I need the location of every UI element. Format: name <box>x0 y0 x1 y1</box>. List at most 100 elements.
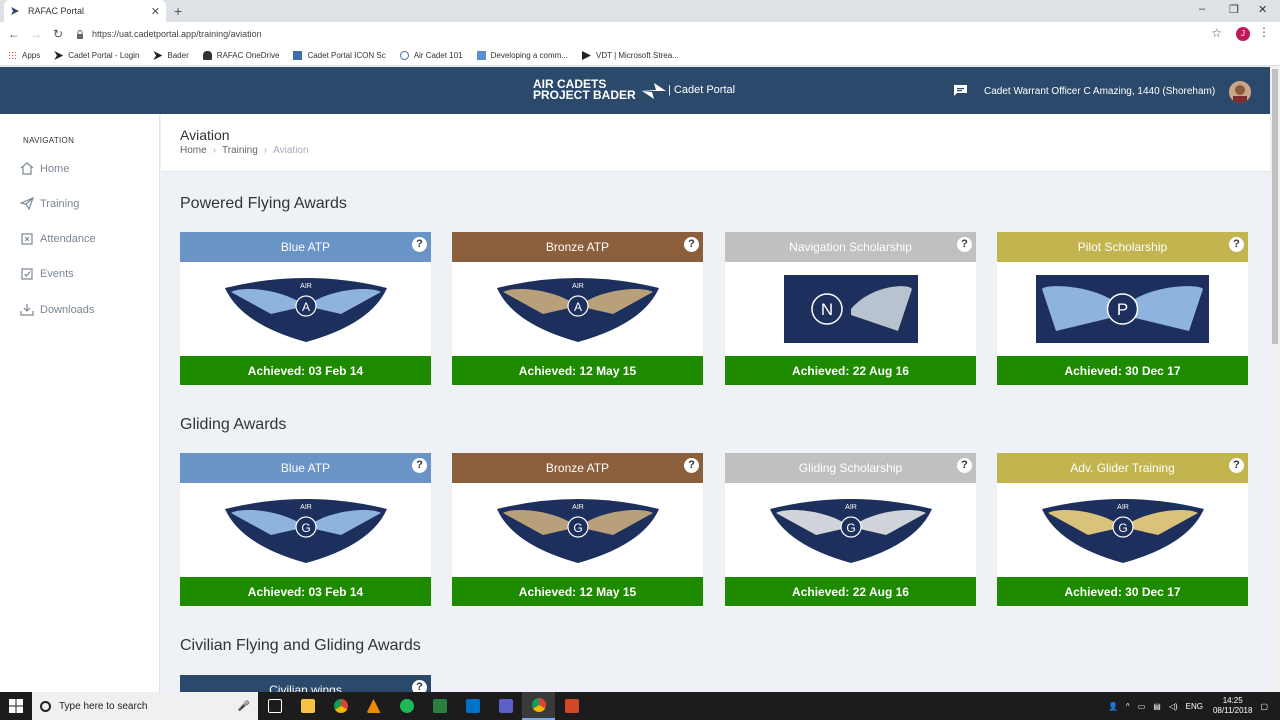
sidebar-item-training[interactable]: Training <box>20 197 79 210</box>
breadcrumb-home[interactable]: Home <box>180 145 207 156</box>
card-header: Navigation Scholarship? <box>725 232 976 262</box>
chrome-icon[interactable] <box>324 692 357 720</box>
card-header: Bronze ATP? <box>452 232 703 262</box>
browser-menu-icon[interactable]: ⋮ <box>1258 25 1270 39</box>
clock[interactable]: 14:25 08/11/2018 <box>1213 696 1252 716</box>
help-icon[interactable]: ? <box>1229 458 1244 473</box>
back-icon[interactable]: ← <box>3 27 25 41</box>
award-card[interactable]: Bronze ATP? G AIR Achieved: 12 May 15 <box>452 453 703 607</box>
bookmark-item[interactable]: Developing a comm... <box>476 51 568 60</box>
file-explorer-icon[interactable] <box>291 692 324 720</box>
people-icon[interactable]: 👤 <box>1108 702 1118 711</box>
breadcrumb: Home › Training › Aviation <box>180 145 309 156</box>
volume-icon[interactable]: ◁) <box>1169 702 1178 711</box>
language-indicator[interactable]: ENG <box>1186 702 1203 711</box>
chevron-up-icon[interactable]: ^ <box>1126 702 1130 711</box>
taskbar-search-field[interactable]: Type here to search 🎤 <box>32 692 258 720</box>
help-icon[interactable]: ? <box>412 458 427 473</box>
bookmark-star-icon[interactable]: ☆ <box>1211 26 1222 40</box>
task-view-icon[interactable] <box>258 692 291 720</box>
forward-icon[interactable]: → <box>25 27 47 41</box>
badge-image: G AIR <box>725 483 976 577</box>
vlc-icon[interactable] <box>357 692 390 720</box>
help-icon[interactable]: ? <box>684 458 699 473</box>
sidebar-item-label: Attendance <box>40 232 96 245</box>
award-card[interactable]: Bronze ATP? A AIR Achieved: 12 May 15 <box>452 232 703 386</box>
help-icon[interactable]: ? <box>412 237 427 252</box>
badge-image: G AIR <box>180 483 431 577</box>
award-card[interactable]: Blue ATP? G AIR Achieved: 03 Feb 14 <box>180 453 431 607</box>
chrome-active-icon[interactable] <box>522 692 555 720</box>
minimize-icon[interactable]: – <box>1199 3 1205 15</box>
award-card[interactable]: Civilian wings ? <box>180 675 431 692</box>
reload-icon[interactable]: ↻ <box>47 27 69 41</box>
bookmark-item[interactable]: Cadet Portal - Login <box>54 51 139 60</box>
restore-icon[interactable]: ❐ <box>1229 3 1239 16</box>
award-card[interactable]: Blue ATP? A AIR Achieved: 03 Feb 14 <box>180 232 431 386</box>
award-card[interactable]: Navigation Scholarship? N Achieved: 22 Aug… <box>725 232 976 386</box>
messages-icon[interactable] <box>953 84 968 97</box>
bookmark-apps[interactable]: Apps <box>8 51 40 60</box>
help-icon[interactable]: ? <box>684 237 699 252</box>
windows-start-icon[interactable] <box>0 692 32 720</box>
badge-image: G AIR <box>997 483 1248 577</box>
sidebar-item-home[interactable]: Home <box>20 162 69 175</box>
card-title: Civilian wings <box>269 683 342 692</box>
user-avatar[interactable] <box>1229 81 1251 103</box>
scrollbar-thumb[interactable] <box>1272 69 1278 344</box>
microphone-icon[interactable]: 🎤 <box>238 701 250 712</box>
award-card[interactable]: Gliding Scholarship? G AIR Achieved: 22 Aug… <box>725 453 976 607</box>
breadcrumb-training[interactable]: Training <box>222 145 258 156</box>
play-icon <box>581 51 591 60</box>
user-name[interactable]: Cadet Warrant Officer C Amazing, 1440 (S… <box>984 86 1215 97</box>
help-icon[interactable]: ? <box>1229 237 1244 252</box>
bookmark-item[interactable]: Air Cadet 101 <box>399 51 463 60</box>
card-header: Blue ATP? <box>180 453 431 483</box>
svg-text:A: A <box>301 300 309 314</box>
achieved-date: Achieved: 03 Feb 14 <box>180 577 431 606</box>
card-title: Navigation Scholarship <box>789 240 912 254</box>
network-icon[interactable]: ▤ <box>1153 702 1161 711</box>
award-card[interactable]: Pilot Scholarship? P Achieved: 30 Dec 17 <box>997 232 1248 386</box>
battery-icon[interactable]: ▭ <box>1138 702 1146 711</box>
card-title: Gliding Scholarship <box>798 461 903 475</box>
bookmark-item[interactable]: VDT | Microsoft Strea... <box>581 51 679 60</box>
award-card[interactable]: Adv. Glider Training? G AIR Achieved: 30 De… <box>997 453 1248 607</box>
svg-text:G: G <box>301 521 310 535</box>
sidebar-item-label: Events <box>40 267 74 280</box>
sidebar-item-downloads[interactable]: Downloads <box>20 303 94 316</box>
close-window-icon[interactable]: ✕ <box>1258 3 1267 16</box>
profile-avatar[interactable]: J <box>1236 27 1250 41</box>
sidebar-item-attendance[interactable]: Attendance <box>20 232 96 245</box>
badge-image: N <box>725 262 976 356</box>
teams-icon[interactable] <box>489 692 522 720</box>
new-tab-button[interactable]: + <box>174 3 182 19</box>
notifications-icon[interactable]: ▢ <box>1260 702 1268 711</box>
help-icon[interactable]: ? <box>412 680 427 692</box>
app-icon[interactable] <box>423 692 456 720</box>
browser-tab[interactable]: RAFAC Portal ✕ <box>4 0 166 22</box>
help-icon[interactable]: ? <box>957 237 972 252</box>
page-scrollbar[interactable] <box>1270 67 1280 692</box>
section-title-powered: Powered Flying Awards <box>180 195 347 212</box>
powerpoint-icon[interactable] <box>555 692 588 720</box>
portal-name: | Cadet Portal <box>668 84 736 96</box>
badge-image: G AIR <box>452 483 703 577</box>
close-tab-icon[interactable]: ✕ <box>151 5 160 18</box>
url-field[interactable]: https://uat.cadetportal.app/training/avi… <box>76 25 1226 43</box>
help-icon[interactable]: ? <box>957 458 972 473</box>
bookmark-item[interactable]: RAFAC OneDrive <box>202 51 279 60</box>
plane-icon <box>153 51 163 60</box>
card-header: Gliding Scholarship? <box>725 453 976 483</box>
bookmark-item[interactable]: Cadet Portal ICON Sc <box>293 51 386 60</box>
page-icon <box>293 51 303 60</box>
card-title: Blue ATP <box>280 240 331 254</box>
card-header: Blue ATP? <box>180 232 431 262</box>
paper-plane-icon <box>20 197 34 210</box>
bookmark-item[interactable]: Bader <box>153 51 189 60</box>
sidebar-item-label: Home <box>40 162 70 175</box>
sidebar-item-events[interactable]: Events <box>20 267 74 280</box>
section-title-gliding: Gliding Awards <box>180 416 287 433</box>
spotify-icon[interactable] <box>390 692 423 720</box>
outlook-icon[interactable] <box>456 692 489 720</box>
